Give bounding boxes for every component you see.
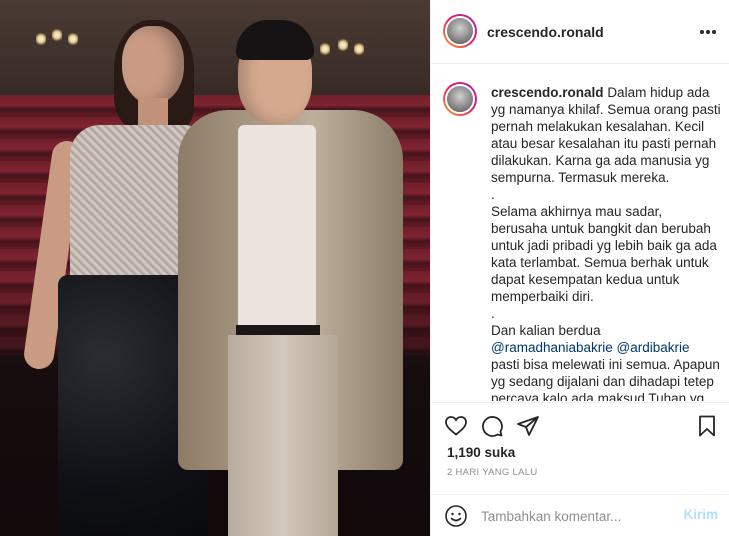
caption-username[interactable]: crescendo.ronald: [491, 85, 604, 100]
caption-text: crescendo.ronald Dalam hidup ada yg nama…: [491, 84, 721, 401]
likes-count[interactable]: 1,190 suka: [447, 445, 515, 460]
bookmark-icon[interactable]: [694, 413, 720, 439]
header-username[interactable]: crescendo.ronald: [487, 24, 604, 40]
instagram-post: crescendo.ronald crescendo.ronald Dalam …: [0, 0, 729, 536]
heart-icon[interactable]: [443, 413, 469, 439]
more-icon[interactable]: [696, 20, 720, 44]
share-icon[interactable]: [515, 413, 541, 439]
post-photo[interactable]: [0, 0, 430, 536]
post-actions: 1,190 suka 2 HARI YANG LALU: [431, 402, 729, 494]
caption-paragraph: Selama akhirnya mau sadar, berusaha untu…: [491, 204, 717, 304]
man-figure: [178, 20, 408, 536]
post-comment-button[interactable]: Kirim: [683, 507, 718, 522]
comment-bar: Kirim: [431, 494, 729, 536]
comment-icon[interactable]: [479, 413, 505, 439]
caption-avatar[interactable]: [443, 82, 477, 116]
mention-link[interactable]: @ramadhaniabakrie: [491, 340, 613, 355]
emoji-icon[interactable]: [443, 503, 469, 529]
caption-paragraph: .: [491, 187, 495, 202]
comment-input[interactable]: [481, 503, 671, 529]
post-header: crescendo.ronald: [431, 0, 729, 64]
caption-paragraph: Dalam hidup ada yg namanya khilaf. Semua…: [491, 85, 721, 185]
caption-paragraph: Dan kalian berdua: [491, 323, 601, 338]
caption-tail: pasti bisa melewati ini semua. Apapun yg…: [491, 357, 720, 401]
caption-area: crescendo.ronald Dalam hidup ada yg nama…: [431, 65, 729, 401]
caption-paragraph: .: [491, 306, 495, 321]
mention-link[interactable]: @ardibakrie: [617, 340, 690, 355]
post-timestamp[interactable]: 2 HARI YANG LALU: [447, 467, 538, 478]
avatar[interactable]: [443, 14, 477, 48]
post-sidebar: crescendo.ronald crescendo.ronald Dalam …: [430, 0, 729, 536]
